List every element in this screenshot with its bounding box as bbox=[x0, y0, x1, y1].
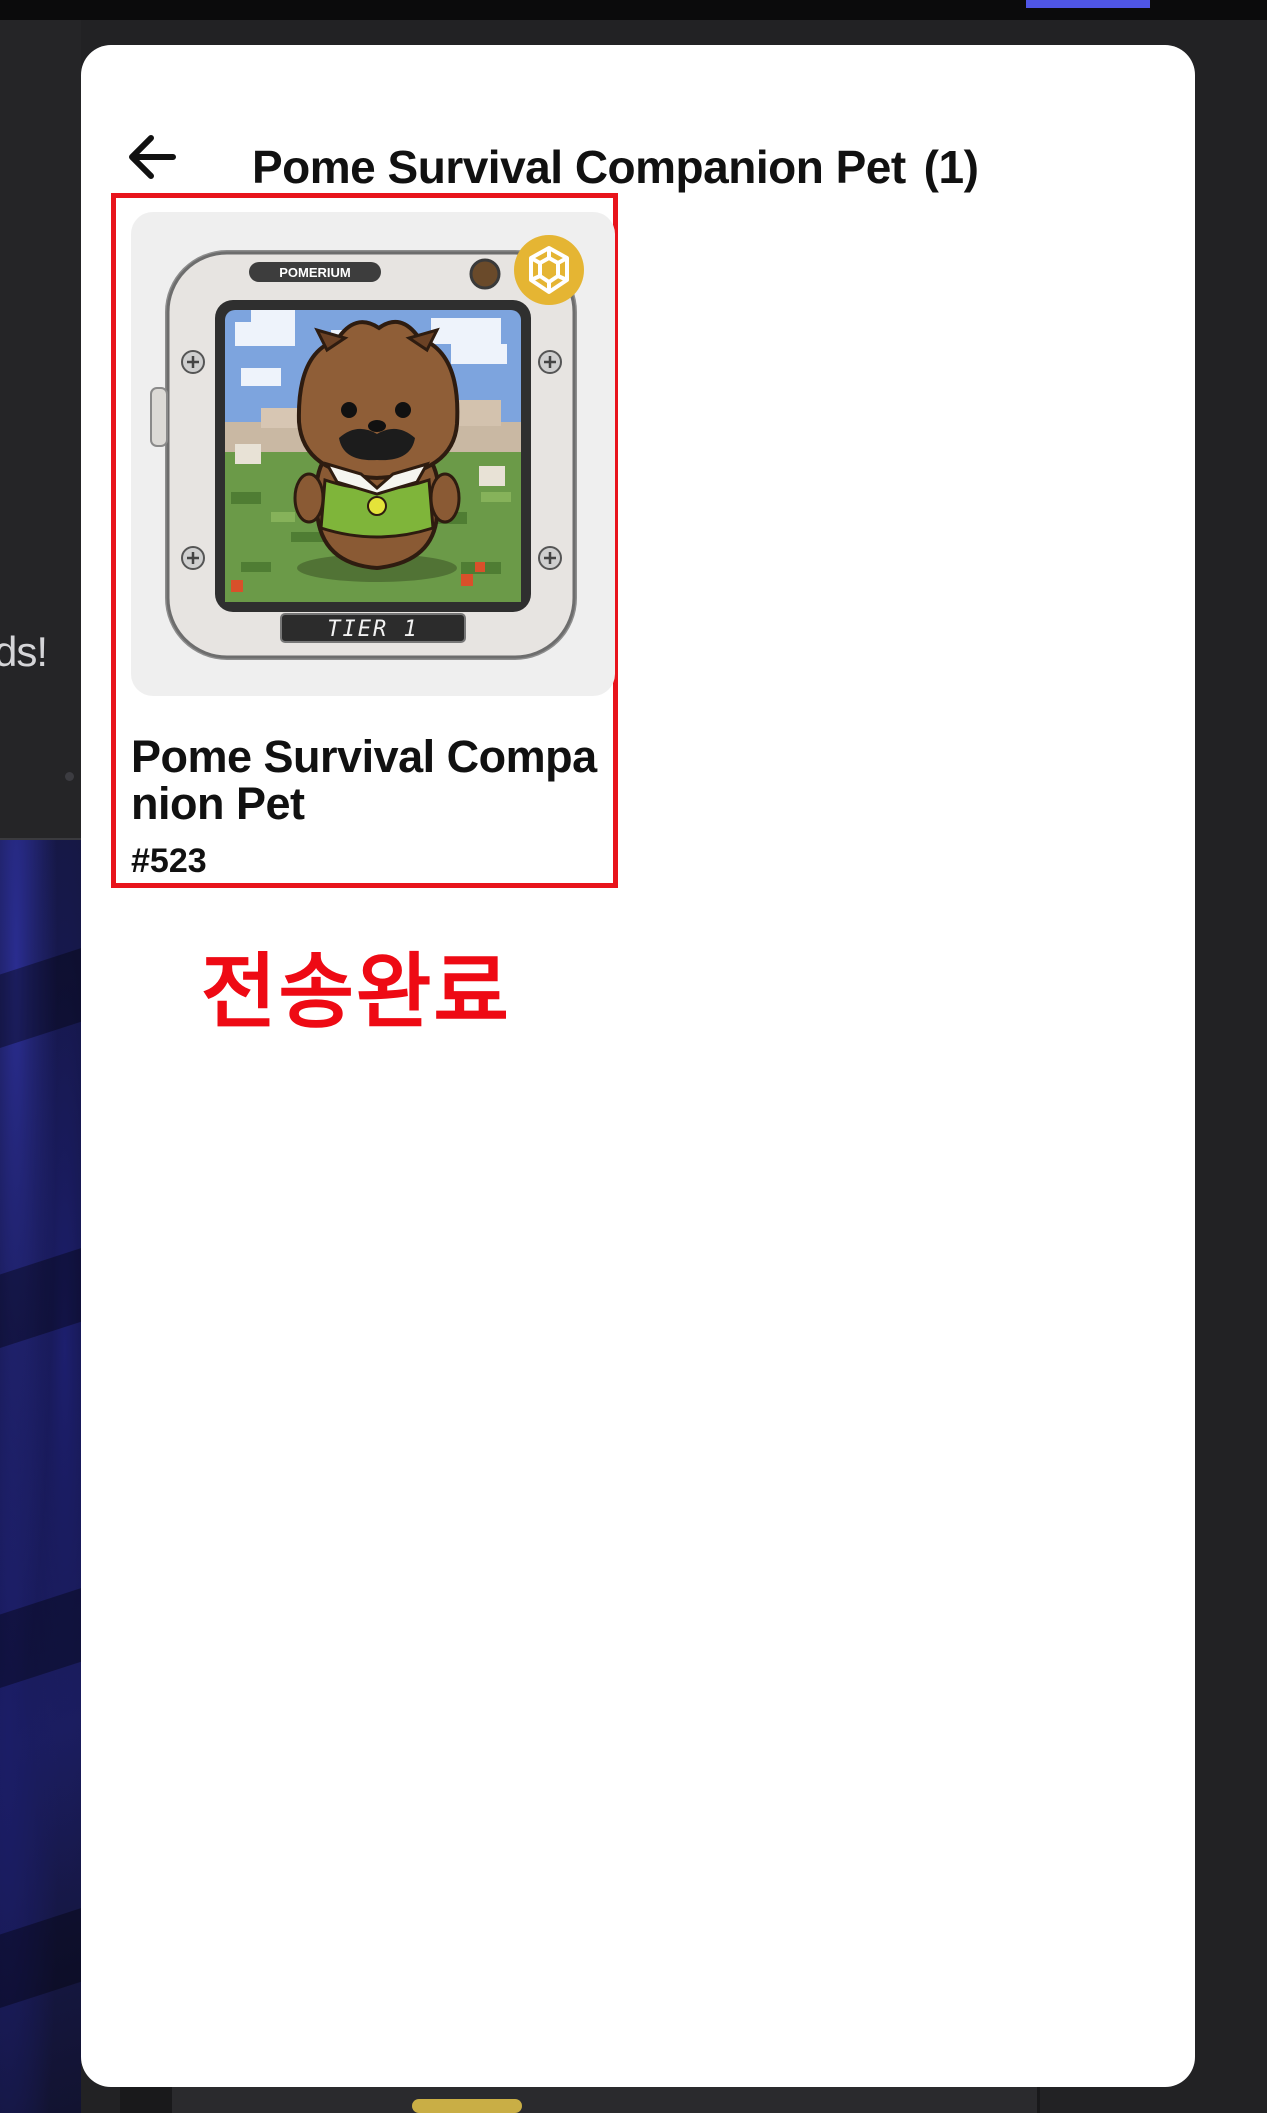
background-bottom-strip bbox=[120, 2085, 1040, 2113]
nft-name: Pome Survival Companion Pet bbox=[131, 731, 597, 829]
background-yellow-element bbox=[412, 2099, 522, 2113]
background-page-left: ds! bbox=[0, 20, 81, 2113]
top-bar-accent[interactable] bbox=[1026, 0, 1150, 8]
collection-modal: Pome Survival Companion Pet (1) POMERIUM bbox=[81, 45, 1195, 2087]
transfer-complete-annotation: 전송완료 bbox=[201, 945, 511, 1040]
top-bar bbox=[0, 0, 1267, 20]
modal-title: Pome Survival Companion Pet (1) bbox=[252, 140, 979, 194]
background-blue-banner bbox=[0, 840, 81, 2113]
background-dot bbox=[65, 772, 74, 781]
back-button[interactable] bbox=[123, 127, 183, 187]
nft-image: POMERIUM TIER 1 bbox=[131, 212, 615, 696]
tier-label: TIER 1 bbox=[327, 617, 418, 642]
arrow-left-icon bbox=[129, 135, 176, 179]
nft-card[interactable]: POMERIUM TIER 1 Pome Survival Companion … bbox=[111, 193, 618, 888]
modal-header: Pome Survival Companion Pet (1) bbox=[81, 45, 1195, 205]
frame-label: POMERIUM bbox=[279, 265, 351, 280]
background-text-fragment: ds! bbox=[0, 628, 48, 675]
bnb-chain-icon bbox=[514, 235, 584, 305]
modal-title-count: (1) bbox=[923, 141, 979, 193]
modal-title-text: Pome Survival Companion Pet bbox=[252, 141, 906, 193]
nft-token-id: #523 bbox=[131, 842, 207, 880]
